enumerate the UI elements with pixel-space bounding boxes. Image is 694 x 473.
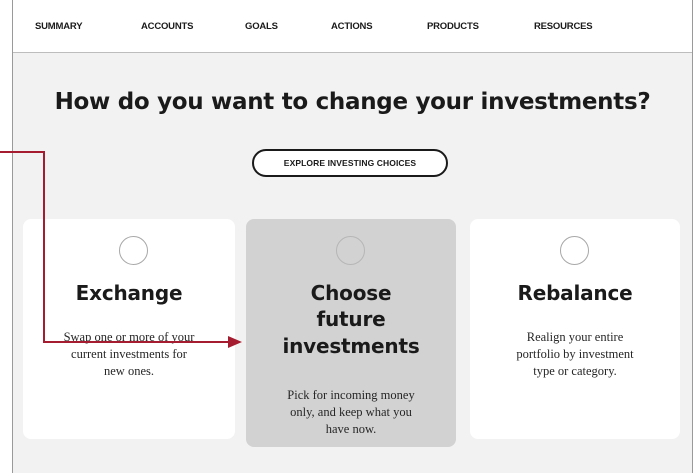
card-description-line: portfolio by investment (516, 347, 634, 361)
nav-item-accounts[interactable]: ACCOUNTS (141, 21, 193, 32)
card-description-line: Swap one or more of your (63, 330, 195, 344)
card-title-line: investments (282, 334, 420, 358)
card-title: Rebalance (517, 281, 633, 305)
nav-item-summary[interactable]: SUMMARY (35, 21, 83, 32)
option-card-choose-future-investments[interactable]: Choose future investments Pick for incom… (246, 219, 456, 447)
card-description-line: current investments for (71, 347, 187, 361)
nav-item-actions[interactable]: ACTIONS (331, 21, 373, 32)
radio-button-icon[interactable] (560, 236, 589, 265)
nav-item-goals[interactable]: GOALS (245, 21, 278, 32)
page-title: How do you want to change your investmen… (54, 89, 651, 115)
card-title-line: future (316, 307, 386, 331)
radio-button-icon[interactable] (336, 236, 365, 265)
option-card-rebalance[interactable]: Rebalance Realign your entire portfolio … (470, 219, 680, 439)
card-description-line: only, and keep what you (290, 405, 412, 419)
app-frame: SUMMARY ACCOUNTS GOALS ACTIONS PRODUCTS … (12, 0, 693, 473)
card-description-line: have now. (325, 422, 377, 436)
explore-investing-choices-button[interactable]: EXPLORE INVESTING CHOICES (252, 149, 448, 177)
card-description-line: new ones. (104, 364, 154, 378)
card-title: Exchange (75, 281, 183, 305)
option-card-exchange[interactable]: Exchange Swap one or more of your curren… (23, 219, 235, 439)
card-title-line: Choose (310, 281, 392, 305)
card-description-line: type or category. (533, 364, 617, 378)
nav-item-products[interactable]: PRODUCTS (427, 21, 479, 32)
top-navigation: SUMMARY ACCOUNTS GOALS ACTIONS PRODUCTS … (13, 0, 692, 53)
nav-item-resources[interactable]: RESOURCES (534, 21, 593, 32)
radio-button-icon[interactable] (119, 236, 148, 265)
card-description-line: Pick for incoming money (287, 388, 415, 402)
card-description-line: Realign your entire (526, 330, 624, 344)
